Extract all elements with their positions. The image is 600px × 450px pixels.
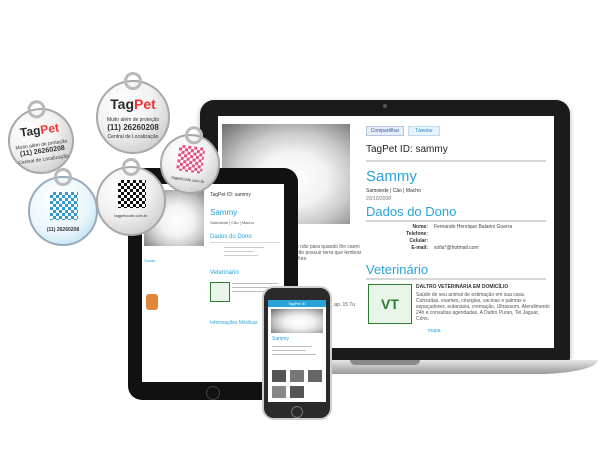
field-line [224, 251, 254, 252]
divider [366, 160, 546, 162]
phone-line [272, 354, 316, 355]
vet-heading: Veterinário [366, 262, 429, 277]
phone-thumb [272, 370, 286, 382]
tag-ring-icon [122, 158, 140, 176]
phone-pet-name: Sammy [272, 336, 289, 342]
left-text: e não para quando lhe caem vão possuir t… [296, 244, 362, 262]
pet-tag-blue-qr: (11) 26260208 [28, 168, 98, 246]
tag-ring-icon [54, 168, 72, 186]
vet-line [232, 283, 278, 284]
tweet-button[interactable]: Tweetar [408, 126, 440, 136]
owner-fields: Nome: Fernando Henrique Balarini Guerra T… [406, 224, 513, 251]
vet-description: Saúde de seu animal de estimação em sua … [416, 292, 550, 322]
divider [210, 242, 280, 243]
tablet-pet-name: Sammy [210, 208, 238, 217]
pet-tag-2: TagPet Muito além de proteção (11) 26260… [96, 72, 170, 154]
pet-name: Sammy [366, 168, 417, 185]
phone-thumb [308, 370, 322, 382]
phone-home-button[interactable] [291, 406, 303, 418]
tablet-vet-logo [210, 282, 230, 302]
tablet-left-label: Saúde [144, 258, 156, 263]
tablet-home-button[interactable] [206, 386, 220, 400]
divider [366, 220, 546, 222]
vet-map-link[interactable]: mapa [428, 328, 441, 334]
tablet-title: TagPet ID: sammy [210, 192, 251, 198]
tablet-med-heading: Informações Médicas [210, 320, 258, 326]
share-button[interactable]: Compartilhar [366, 126, 404, 136]
phone-screen: TagPet ID Sammy [268, 300, 326, 402]
phone-thumb [272, 386, 286, 398]
pet-tag-black-qr: tagpetcode.com.br [96, 158, 166, 236]
page-title: TagPet ID: sammy [366, 144, 448, 155]
owner-heading: Dados do Dono [366, 204, 457, 219]
pet-description: Samoiede | Cão | Macho [366, 188, 421, 194]
laptop-camera [383, 104, 387, 108]
field-line [224, 247, 264, 248]
pet-tag-1: TagPet Muito além de proteção (11) 26260… [3, 99, 79, 179]
divider [366, 278, 546, 280]
tag-ring-icon [124, 72, 142, 90]
laptop-notch [350, 360, 420, 365]
qr-code-icon [50, 192, 78, 220]
qr-code-icon [118, 180, 146, 208]
field-line [224, 255, 258, 256]
phone-line [272, 350, 306, 351]
vet-name: DALTRO VETERINÁRIA EM DOMICÍLIO [416, 284, 509, 290]
phone-header: TagPet ID [268, 300, 326, 307]
left-text-2: r, ap. 15 Tu [330, 302, 356, 308]
tag-ring-icon [26, 99, 47, 120]
phone-thumb [290, 386, 304, 398]
tablet-vet-heading: Veterinário [210, 270, 239, 276]
phone-thumb [290, 370, 304, 382]
tablet-thumb [146, 294, 158, 310]
tablet-owner-heading: Dados do Dono [210, 234, 252, 240]
pet-date: 20/10/2008 [366, 196, 392, 202]
qr-code-icon [176, 144, 206, 174]
phone-pet-photo [271, 309, 323, 333]
vet-logo: VT [368, 284, 412, 324]
phone-line [272, 346, 312, 347]
tablet-pet-desc: Samoiede | Cão | Macho [210, 220, 254, 225]
